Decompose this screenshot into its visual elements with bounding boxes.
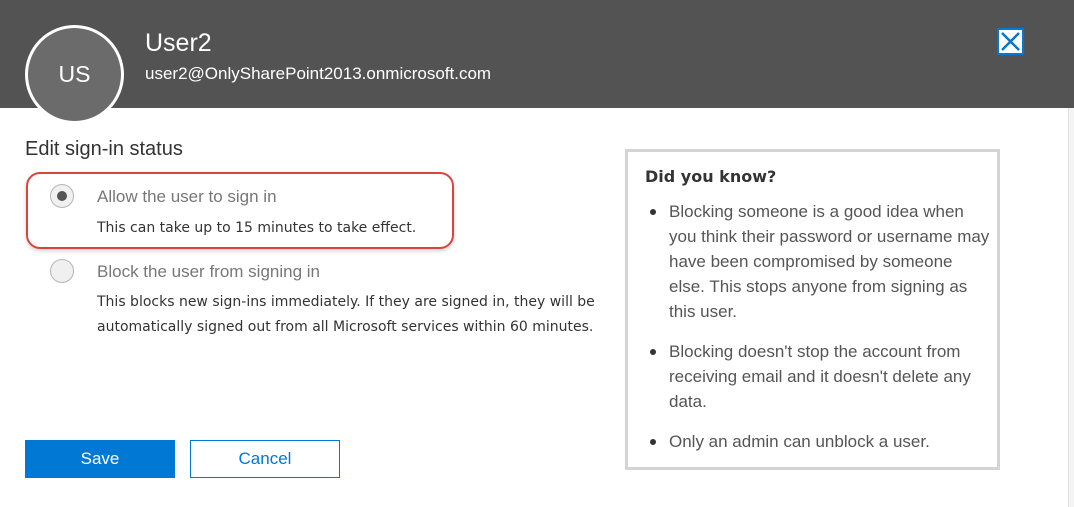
did-you-know-box: Did you know? Blocking someone is a good… xyxy=(625,149,1000,470)
info-title: Did you know? xyxy=(645,167,777,186)
info-item-text: Blocking someone is a good idea when you… xyxy=(669,202,990,321)
panel-scroll-edge xyxy=(1068,108,1074,507)
save-button[interactable]: Save xyxy=(25,440,175,478)
avatar-initials: US xyxy=(58,61,91,87)
block-signin-description: This blocks new sign-ins immediately. If… xyxy=(97,294,595,335)
bullet-icon xyxy=(650,349,656,355)
allow-signin-radio[interactable] xyxy=(50,184,74,208)
avatar: US xyxy=(25,25,124,124)
cancel-button[interactable]: Cancel xyxy=(190,440,340,478)
close-icon xyxy=(1001,32,1020,51)
block-signin-radio[interactable] xyxy=(50,259,74,283)
info-item: Blocking doesn't stop the account from r… xyxy=(645,339,990,414)
section-title: Edit sign-in status xyxy=(25,138,183,160)
user-panel-header: US User2 user2@OnlySharePoint2013.onmicr… xyxy=(0,0,1074,124)
info-item: Blocking someone is a good idea when you… xyxy=(645,199,990,324)
info-item: Only an admin can unblock a user. xyxy=(645,429,990,454)
info-item-text: Blocking doesn't stop the account from r… xyxy=(669,342,971,411)
user-display-name: User2 xyxy=(145,29,212,57)
bullet-icon xyxy=(650,439,656,445)
user-email: user2@OnlySharePoint2013.onmicrosoft.com xyxy=(145,64,492,83)
radio-selected-dot xyxy=(57,191,67,201)
block-signin-label[interactable]: Block the user from signing in xyxy=(97,262,320,282)
bullet-icon xyxy=(650,209,656,215)
info-item-text: Only an admin can unblock a user. xyxy=(669,432,930,451)
allow-signin-description: This can take up to 15 minutes to take e… xyxy=(97,220,417,236)
allow-signin-label[interactable]: Allow the user to sign in xyxy=(97,187,277,207)
close-button[interactable] xyxy=(997,28,1024,55)
info-list: Blocking someone is a good idea when you… xyxy=(645,199,990,469)
